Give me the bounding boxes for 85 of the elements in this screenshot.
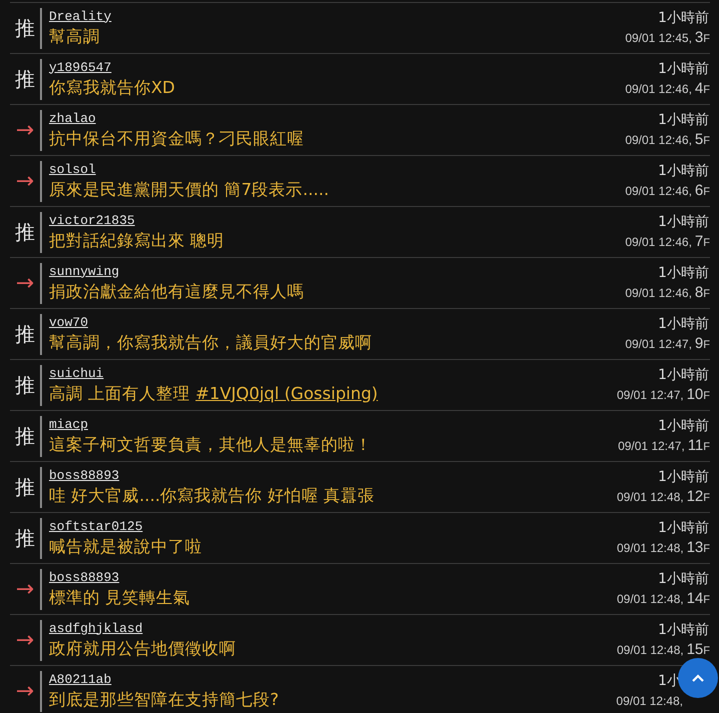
comment-text: 捐政治獻金給他有這麼見不得人嗎 xyxy=(49,280,304,302)
relative-time: 1小時前 xyxy=(658,264,709,282)
username: vow70 xyxy=(49,314,88,330)
post-link[interactable]: #1VJQ0jql (Gossiping) xyxy=(196,384,378,402)
comment-text: 標準的 見笑轉生氣 xyxy=(49,586,190,608)
comment-text: 喊告就是被說中了啦 xyxy=(49,536,202,558)
comment-text: 高調 上面有人整理 #1VJQ0jql (Gossiping) xyxy=(49,382,378,404)
timestamp: 09/01 12:46, xyxy=(625,234,692,250)
timestamp: 09/01 12:47, xyxy=(625,336,692,352)
username: miacp xyxy=(49,416,88,432)
floor-number: 13F xyxy=(686,538,710,558)
floor-number: 3F xyxy=(694,28,710,48)
timestamp: 09/01 12:46, xyxy=(625,80,692,98)
push-tag: 推 xyxy=(10,64,40,94)
username: A80211ab xyxy=(49,672,112,688)
timestamp: 09/01 12:47, xyxy=(616,386,684,404)
relative-time: 1小時前 xyxy=(658,110,709,128)
comment-text: 抗中保台不用資金嗎？刁民眼紅喔 xyxy=(49,128,304,150)
timestamp: 09/01 12:48, xyxy=(616,642,684,658)
floor-number: 4F xyxy=(694,80,710,98)
relative-time: 1小時前 xyxy=(658,212,709,230)
username: solsol xyxy=(49,162,96,178)
relative-time: 1小時前 xyxy=(658,314,709,332)
relative-time: 1小時前 xyxy=(658,366,709,384)
comment-text: 哇 好大官威....你寫我就告你 好怕喔 真囂張 xyxy=(49,484,375,506)
floor-number: 14F xyxy=(686,590,710,608)
scroll-top-button[interactable] xyxy=(678,658,718,698)
push-tag: 推 xyxy=(10,370,40,400)
username: asdfghjklasd xyxy=(49,620,143,636)
floor-number: 10F xyxy=(686,386,710,404)
floor-number: 12F xyxy=(686,488,710,506)
username: victor21835 xyxy=(49,212,135,228)
username: sunnywing xyxy=(49,264,120,280)
relative-time: 1小時前 xyxy=(658,518,709,536)
timestamp: 09/01 12:47, xyxy=(618,438,685,454)
relative-time: 1小時前 xyxy=(658,8,709,26)
timestamp: 09/01 12:46, xyxy=(625,182,692,200)
comment-text: 你寫我就告你XD xyxy=(49,76,176,98)
comment-text: 把對話紀錄寫出來 聰明 xyxy=(49,230,224,252)
relative-time: 1小時前 xyxy=(658,570,709,588)
floor-number: 6F xyxy=(694,182,710,200)
arrow-tag: → xyxy=(10,676,40,706)
relative-time: 1小時前 xyxy=(658,416,709,434)
relative-time: 1小時前 xyxy=(658,468,709,486)
chevron-up-icon xyxy=(691,673,705,683)
relative-time: 1小時前 xyxy=(658,620,709,638)
timestamp: 09/01 12:46, xyxy=(625,284,692,302)
comment-text: 幫高調 xyxy=(49,26,100,48)
username: boss88893 xyxy=(49,570,120,586)
arrow-tag: → xyxy=(10,268,40,298)
comment-text: 原來是民進黨開天價的 簡7段表示..... xyxy=(49,178,329,200)
push-tag: 推 xyxy=(10,13,40,43)
push-tag: 推 xyxy=(10,421,40,451)
comment-text: 政府就用公告地價徵收啊 xyxy=(49,638,236,660)
username: zhalao xyxy=(49,110,96,126)
push-tag: 推 xyxy=(10,472,40,502)
username: boss88893 xyxy=(49,468,120,484)
relative-time: 1小時前 xyxy=(658,162,709,180)
floor-number: 9F xyxy=(694,334,710,354)
push-tag: 推 xyxy=(10,217,40,247)
push-tag: 推 xyxy=(10,523,40,553)
push-tag: 推 xyxy=(10,319,40,349)
arrow-tag: → xyxy=(10,115,40,145)
comment-text: 到底是那些智障在支持簡七段? xyxy=(49,688,279,710)
timestamp: 09/01 12:48, xyxy=(616,488,684,506)
comment-text: 這案子柯文哲要負責，其他人是無辜的啦！ xyxy=(49,434,372,456)
comment-text: 幫高調，你寫我就告你，議員好大的官威啊 xyxy=(49,332,372,354)
floor-number: 11F xyxy=(688,436,710,456)
arrow-tag: → xyxy=(10,166,40,196)
floor-number: 5F xyxy=(694,130,710,150)
timestamp: 09/01 12:48, xyxy=(616,540,684,556)
username: suichui xyxy=(49,366,104,382)
timestamp: 09/01 12:46, xyxy=(625,132,692,148)
username: softstar0125 xyxy=(49,518,143,534)
timestamp: 09/01 12:45, xyxy=(625,30,692,46)
floor-number: 7F xyxy=(694,232,710,252)
username: y1896547 xyxy=(49,60,112,76)
arrow-tag: → xyxy=(10,625,40,655)
timestamp: 09/01 12:48, xyxy=(616,693,683,710)
arrow-tag: → xyxy=(10,574,40,604)
floor-number: 8F xyxy=(694,284,710,302)
username: Dreality xyxy=(49,8,112,24)
timestamp: 09/01 12:48, xyxy=(616,590,684,608)
floor-number: 15F xyxy=(686,640,710,660)
relative-time: 1小時前 xyxy=(658,60,709,78)
